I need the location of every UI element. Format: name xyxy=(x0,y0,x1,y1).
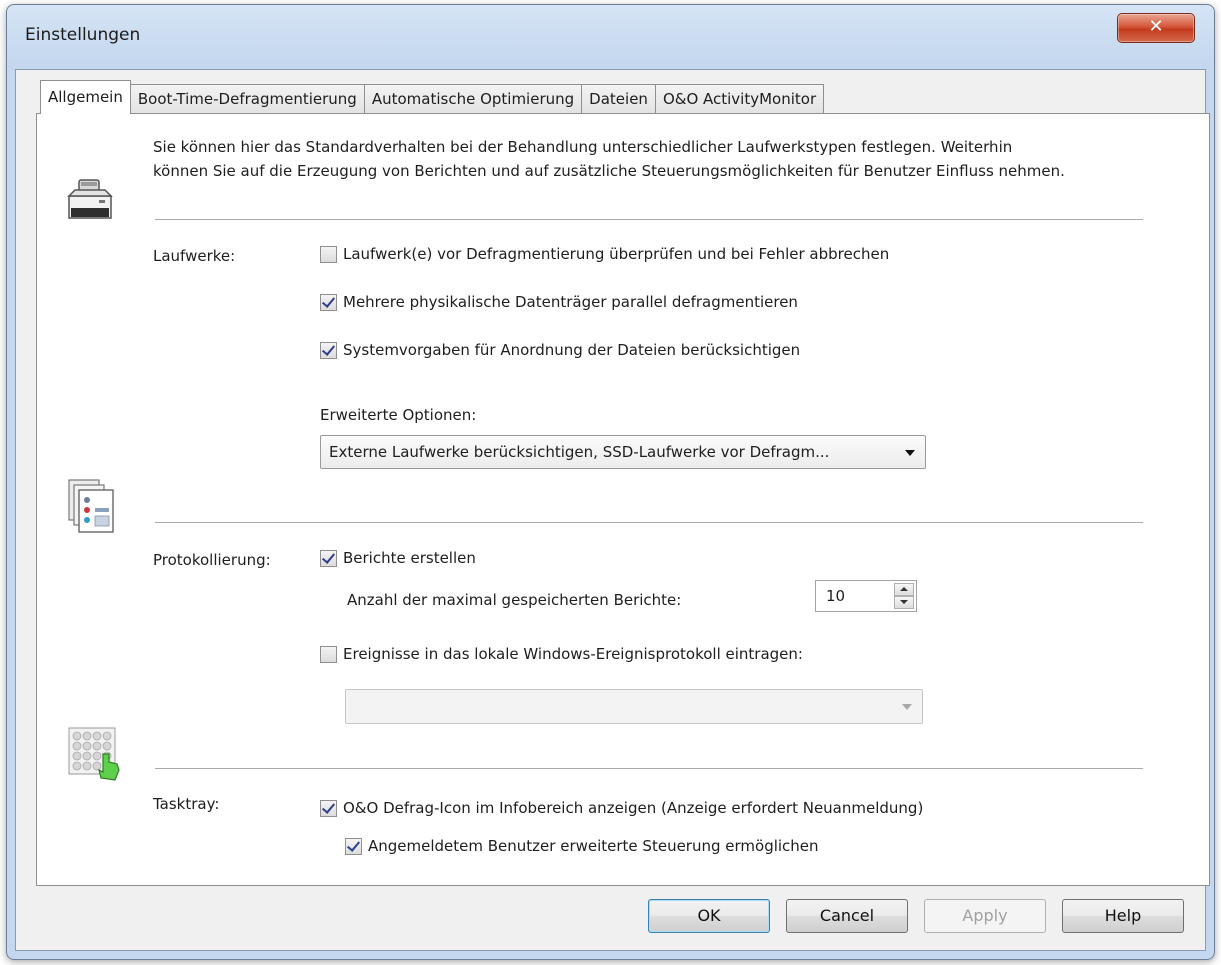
parallel-defrag-option[interactable]: Mehrere physikalische Datenträger parall… xyxy=(320,293,798,311)
dialog-client-area: Allgemein Boot-Time-Defragmentierung Aut… xyxy=(15,69,1210,951)
show-icon-label: O&O Defrag-Icon im Infobereich anzeigen … xyxy=(343,799,924,817)
intro-line-2: können Sie auf die Erzeugung von Bericht… xyxy=(153,162,1065,180)
close-icon: ✕ xyxy=(1148,16,1164,37)
advanced-options-select[interactable]: Externe Laufwerke berücksichtigen, SSD-L… xyxy=(320,435,926,469)
check-drives-option[interactable]: Laufwerk(e) vor Defragmentierung überprü… xyxy=(320,245,889,263)
ok-button[interactable]: OK xyxy=(648,899,770,933)
tasktray-icon xyxy=(65,724,125,790)
tab-dateien[interactable]: Dateien xyxy=(581,84,655,113)
event-log-option[interactable]: Ereignisse in das lokale Windows-Ereigni… xyxy=(320,645,803,663)
system-defaults-option[interactable]: Systemvorgaben für Anordnung der Dateien… xyxy=(320,341,800,359)
tab-automatische-optimierung[interactable]: Automatische Optimierung xyxy=(363,84,582,113)
intro-line-1: Sie können hier das Standardverhalten be… xyxy=(153,138,1013,156)
tab-allgemein[interactable]: Allgemein xyxy=(40,80,131,114)
parallel-defrag-label: Mehrere physikalische Datenträger parall… xyxy=(343,293,798,311)
check-drives-label: Laufwerk(e) vor Defragmentierung überprü… xyxy=(343,245,890,263)
close-button[interactable]: ✕ xyxy=(1117,13,1195,43)
apply-button[interactable]: Apply xyxy=(924,899,1046,933)
stepper-buttons xyxy=(894,583,914,609)
show-icon-option[interactable]: O&O Defrag-Icon im Infobereich anzeigen … xyxy=(320,799,923,817)
extended-control-option[interactable]: Angemeldetem Benutzer erweiterte Steueru… xyxy=(345,837,819,855)
chevron-down-icon xyxy=(905,450,915,456)
settings-window: Einstellungen ✕ Allgemein Boot-Time-Defr… xyxy=(6,4,1215,960)
create-reports-checkbox[interactable] xyxy=(320,549,337,567)
max-reports-label: Anzahl der maximal gespeicherten Bericht… xyxy=(347,591,682,609)
extended-control-label: Angemeldetem Benutzer erweiterte Steueru… xyxy=(368,837,819,855)
reports-icon xyxy=(65,476,121,540)
cancel-button[interactable]: Cancel xyxy=(786,899,908,933)
logging-section-label: Protokollierung: xyxy=(153,551,271,569)
system-defaults-checkbox[interactable] xyxy=(320,341,337,359)
parallel-defrag-checkbox[interactable] xyxy=(320,293,337,311)
advanced-options-value: Externe Laufwerke berücksichtigen, SSD-L… xyxy=(329,443,830,461)
create-reports-option[interactable]: Berichte erstellen xyxy=(320,549,476,567)
event-log-label: Ereignisse in das lokale Windows-Ereigni… xyxy=(343,645,803,663)
create-reports-label: Berichte erstellen xyxy=(343,549,476,567)
stepper-up-button[interactable] xyxy=(894,583,914,596)
help-button[interactable]: Help xyxy=(1062,899,1184,933)
check-drives-checkbox[interactable] xyxy=(320,245,337,263)
tab-panel-allgemein: Sie können hier das Standardverhalten be… xyxy=(36,113,1210,886)
show-icon-checkbox[interactable] xyxy=(320,799,337,817)
chevron-down-icon xyxy=(902,704,912,710)
tab-boot-time-defragmentierung[interactable]: Boot-Time-Defragmentierung xyxy=(130,84,364,113)
chevron-up-icon xyxy=(900,587,908,591)
system-defaults-label: Systemvorgaben für Anordnung der Dateien… xyxy=(343,341,801,359)
drives-section-label: Laufwerke: xyxy=(153,247,236,265)
tab-activitymonitor[interactable]: O&O ActivityMonitor xyxy=(654,84,825,113)
max-reports-stepper[interactable]: 10 xyxy=(815,580,917,612)
window-title: Einstellungen xyxy=(25,25,141,45)
chevron-down-icon xyxy=(900,600,908,604)
stepper-down-button[interactable] xyxy=(894,596,914,609)
extended-control-checkbox[interactable] xyxy=(345,837,362,855)
tasktray-section-label: Tasktray: xyxy=(153,795,220,813)
tab-strip: Allgemein Boot-Time-Defragmentierung Aut… xyxy=(40,80,825,114)
separator-top xyxy=(155,219,1143,220)
intro-text: Sie können hier das Standardverhalten be… xyxy=(153,135,1163,183)
advanced-options-label: Erweiterte Optionen: xyxy=(320,406,477,424)
drive-icon xyxy=(65,174,115,230)
event-log-checkbox[interactable] xyxy=(320,645,337,663)
event-log-select[interactable] xyxy=(345,689,923,724)
separator-bottom xyxy=(155,768,1143,769)
max-reports-value: 10 xyxy=(826,587,846,605)
separator-middle xyxy=(155,522,1143,523)
